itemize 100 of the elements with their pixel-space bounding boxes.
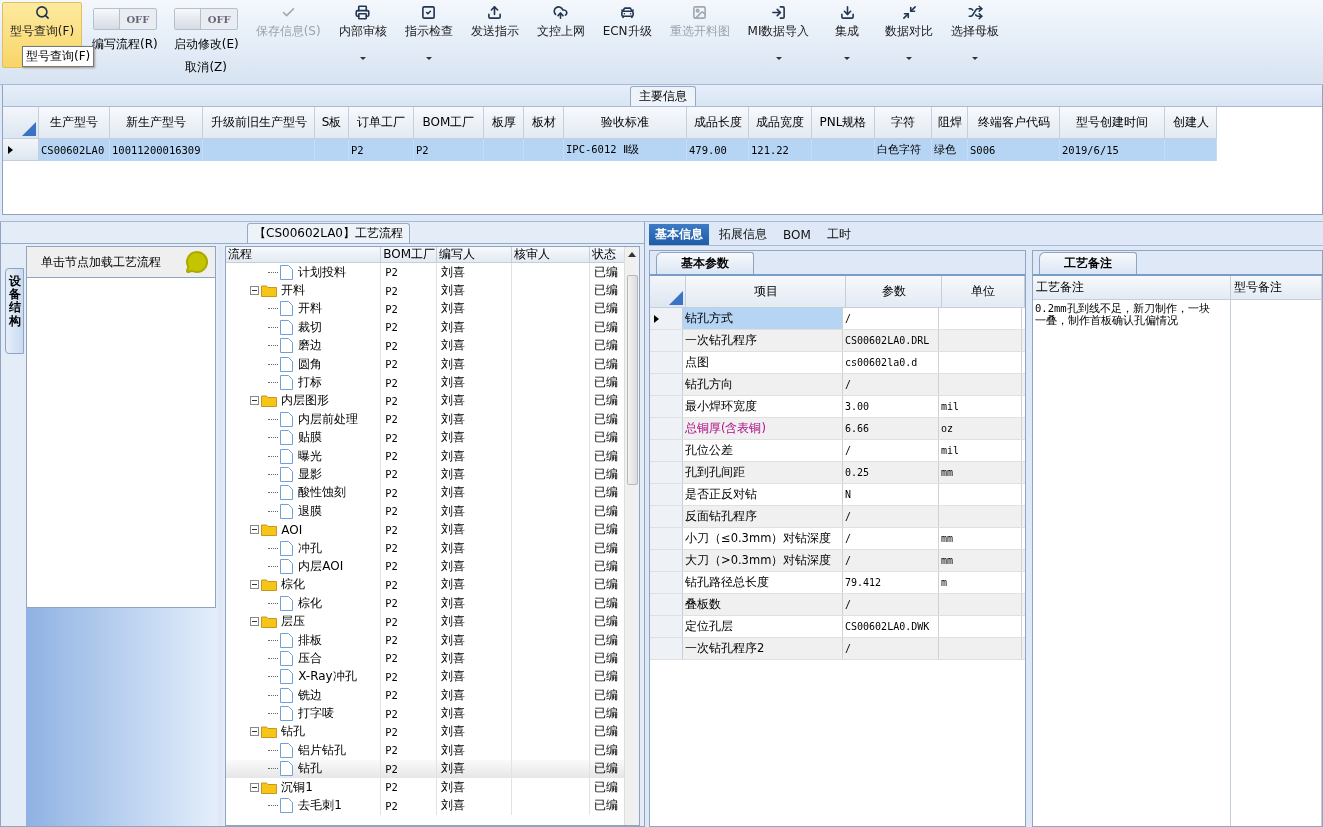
shuffle-icon — [968, 5, 983, 20]
column-header[interactable]: BOM工厂 — [414, 107, 484, 139]
collapse-icon[interactable] — [250, 580, 260, 590]
table-row[interactable]: 大刀（>0.3mm）对钻深度 / mm — [650, 550, 1025, 572]
scrollbar[interactable] — [624, 247, 639, 825]
tab[interactable]: BOM — [777, 224, 817, 245]
table-cell: 刘喜 — [441, 318, 466, 336]
toolbar-button[interactable]: MI数据导入 — [740, 2, 817, 68]
column-header[interactable]: 终端客户代码 — [968, 107, 1060, 139]
toolbar-button[interactable]: 集成 — [820, 2, 875, 68]
collapse-icon[interactable] — [250, 396, 260, 406]
row-header — [650, 528, 683, 549]
column-header[interactable]: 型号创建时间 — [1060, 107, 1165, 139]
table-row[interactable]: 总铜厚(含表铜) 6.66 oz — [650, 418, 1025, 440]
toolbar-button[interactable]: 发送指示 — [463, 2, 526, 68]
toolbar-button[interactable]: 内部审核 — [331, 2, 394, 68]
table-row[interactable]: 是否正反对钻 N — [650, 484, 1025, 506]
table-cell: 已编 — [594, 668, 619, 686]
table-row[interactable]: 定位孔层 CS00602LA0.DWK — [650, 616, 1025, 638]
column-header[interactable]: S板 — [315, 107, 349, 139]
column-header[interactable]: 创建人 — [1165, 107, 1217, 139]
column-header[interactable]: 升级前旧生产型号 — [203, 107, 315, 139]
table-cell: P2 — [349, 139, 414, 161]
toolbar-button[interactable]: 指示检查 — [397, 2, 460, 68]
column-header[interactable]: 板材 — [524, 107, 564, 139]
table-row[interactable]: 叠板数 / — [650, 594, 1025, 616]
toggle-switch[interactable]: OFF — [174, 8, 239, 30]
column-header[interactable]: 字符 — [875, 107, 932, 139]
table-cell: 已编 — [594, 521, 619, 539]
table-cell: 刘喜 — [441, 410, 466, 428]
column-header[interactable]: PNL规格 — [812, 107, 875, 139]
toolbar-button[interactable]: 数据对比 — [878, 2, 941, 68]
table-row[interactable]: 反面钻孔程序 / — [650, 506, 1025, 528]
column-header[interactable]: 单位 — [942, 276, 1025, 308]
panel-tab[interactable]: 工艺备注 — [1039, 252, 1137, 274]
collapse-icon[interactable] — [250, 782, 260, 792]
table-cell: P2 — [385, 799, 398, 812]
document-icon — [280, 448, 294, 464]
table-cell: 已编 — [594, 576, 619, 594]
side-tab[interactable]: 设备结构 — [5, 268, 25, 354]
table-row[interactable]: 钻孔方向 / — [650, 374, 1025, 396]
table-cell: 刘喜 — [441, 576, 466, 594]
table-row[interactable]: 小刀（≤0.3mm）对钻深度 / mm — [650, 528, 1025, 550]
table-row[interactable]: 点图 cs00602la0.d — [650, 352, 1025, 374]
document-icon — [280, 687, 294, 703]
toolbar-button[interactable]: 文控上网 — [529, 2, 592, 68]
column-header[interactable]: 阻焊 — [932, 107, 968, 139]
column-header[interactable]: 核审人 — [512, 247, 591, 263]
table-row[interactable]: 钻孔方式 / — [650, 308, 1025, 330]
toolbar-button[interactable]: 选择母板 — [944, 2, 1007, 68]
import-icon — [771, 5, 787, 20]
column-header[interactable]: 板厚 — [484, 107, 524, 139]
hint-text: 单击节点加载工艺流程 — [41, 253, 162, 271]
table-row[interactable]: 最小焊环宽度 3.00 mil — [650, 396, 1025, 418]
table-cell: P2 — [385, 560, 398, 573]
table-row[interactable]: 孔到孔间距 0.25 mm — [650, 462, 1025, 484]
table-cell: 已编 — [594, 649, 619, 667]
collapse-icon[interactable] — [250, 525, 260, 535]
table-cell: 3.00 — [843, 396, 939, 417]
row-header — [650, 440, 683, 461]
toggle-label: 取消(Z) — [185, 59, 227, 76]
row-header — [650, 352, 683, 373]
toggle-switch[interactable]: OFF — [92, 8, 157, 30]
table-cell: 刘喜 — [441, 263, 466, 281]
column-header[interactable]: BOM工厂 — [381, 247, 438, 263]
column-header[interactable]: 成品长度 — [687, 107, 749, 139]
table-cell: mm — [939, 462, 1022, 483]
toolbar-button[interactable]: ECN升级 — [595, 2, 659, 68]
table-cell: 6.66 — [843, 418, 939, 439]
table-row[interactable]: 一次钻孔程序 CS00602LA0.DRL — [650, 330, 1025, 352]
group-title: 主要信息 — [629, 86, 696, 106]
collapse-icon[interactable] — [250, 727, 260, 737]
column-header[interactable]: 状态 — [590, 247, 624, 263]
tab[interactable]: 拓展信息 — [713, 224, 773, 245]
table-row[interactable]: 钻孔路径总长度 79.412 m — [650, 572, 1025, 594]
table-row[interactable]: 一次钻孔程序2 / — [650, 638, 1025, 660]
table-row[interactable]: CS00602LA0 10011200016309 P2 P2 IPC-6012 Ⅱ级 479.00 121.22 白色字符 绿色 S006 2019/6/15 — [3, 139, 1322, 161]
column-header[interactable]: 流程 — [226, 247, 382, 263]
table-cell: 已编 — [594, 797, 619, 814]
column-header[interactable]: 订单工厂 — [349, 107, 414, 139]
table-cell: mm — [939, 528, 1022, 549]
column-header[interactable]: 新生产型号 — [110, 107, 203, 139]
column-header[interactable]: 参数 — [846, 276, 942, 308]
tab[interactable]: 基本信息 — [649, 224, 709, 245]
table-row[interactable]: 孔位公差 / mil — [650, 440, 1025, 462]
panel-tab[interactable]: 基本参数 — [656, 252, 754, 274]
table-cell: 刘喜 — [441, 282, 466, 300]
column-header[interactable]: 编写人 — [437, 247, 513, 263]
column-header[interactable]: 验收标准 — [564, 107, 687, 139]
column-header[interactable]: 工艺备注 — [1033, 276, 1230, 300]
document-icon — [280, 319, 294, 335]
collapse-icon[interactable] — [250, 286, 260, 296]
tab[interactable]: 工时 — [820, 224, 857, 245]
collapse-icon[interactable] — [250, 617, 260, 627]
row-header — [650, 572, 683, 593]
column-header[interactable]: 型号备注 — [1231, 276, 1321, 300]
column-header[interactable]: 项目 — [686, 276, 846, 308]
column-header[interactable]: 成品宽度 — [749, 107, 812, 139]
table-cell: P2 — [385, 431, 398, 444]
column-header[interactable]: 生产型号 — [39, 107, 110, 139]
